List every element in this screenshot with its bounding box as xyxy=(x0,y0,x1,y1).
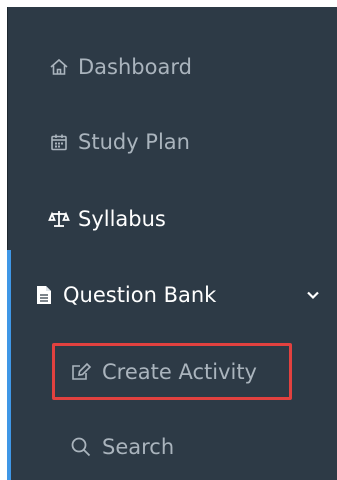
nav-item-question-bank[interactable]: Question Bank xyxy=(8,265,337,325)
calendar-icon xyxy=(48,131,70,153)
nav-item-label: Dashboard xyxy=(78,55,192,79)
subnav-item-search[interactable]: Search xyxy=(48,417,328,477)
nav-item-label: Question Bank xyxy=(63,283,217,307)
search-icon xyxy=(70,436,92,458)
nav-item-syllabus[interactable]: Syllabus xyxy=(8,189,337,249)
nav-item-study-plan[interactable]: Study Plan xyxy=(8,112,337,172)
active-section-indicator xyxy=(7,250,11,480)
subnav-item-label: Search xyxy=(102,435,175,459)
sidebar: Dashboard Study Plan Syllabus Question B… xyxy=(7,7,337,480)
file-icon xyxy=(33,284,55,306)
balance-scale-icon xyxy=(48,208,70,230)
nav-item-label: Syllabus xyxy=(78,207,166,231)
chevron-down-icon[interactable] xyxy=(306,288,320,302)
nav-item-dashboard[interactable]: Dashboard xyxy=(8,37,337,97)
nav-item-label: Study Plan xyxy=(78,130,190,154)
highlight-annotation xyxy=(52,343,292,400)
home-icon xyxy=(48,56,70,78)
screenshot-frame: Dashboard Study Plan Syllabus Question B… xyxy=(0,0,337,480)
